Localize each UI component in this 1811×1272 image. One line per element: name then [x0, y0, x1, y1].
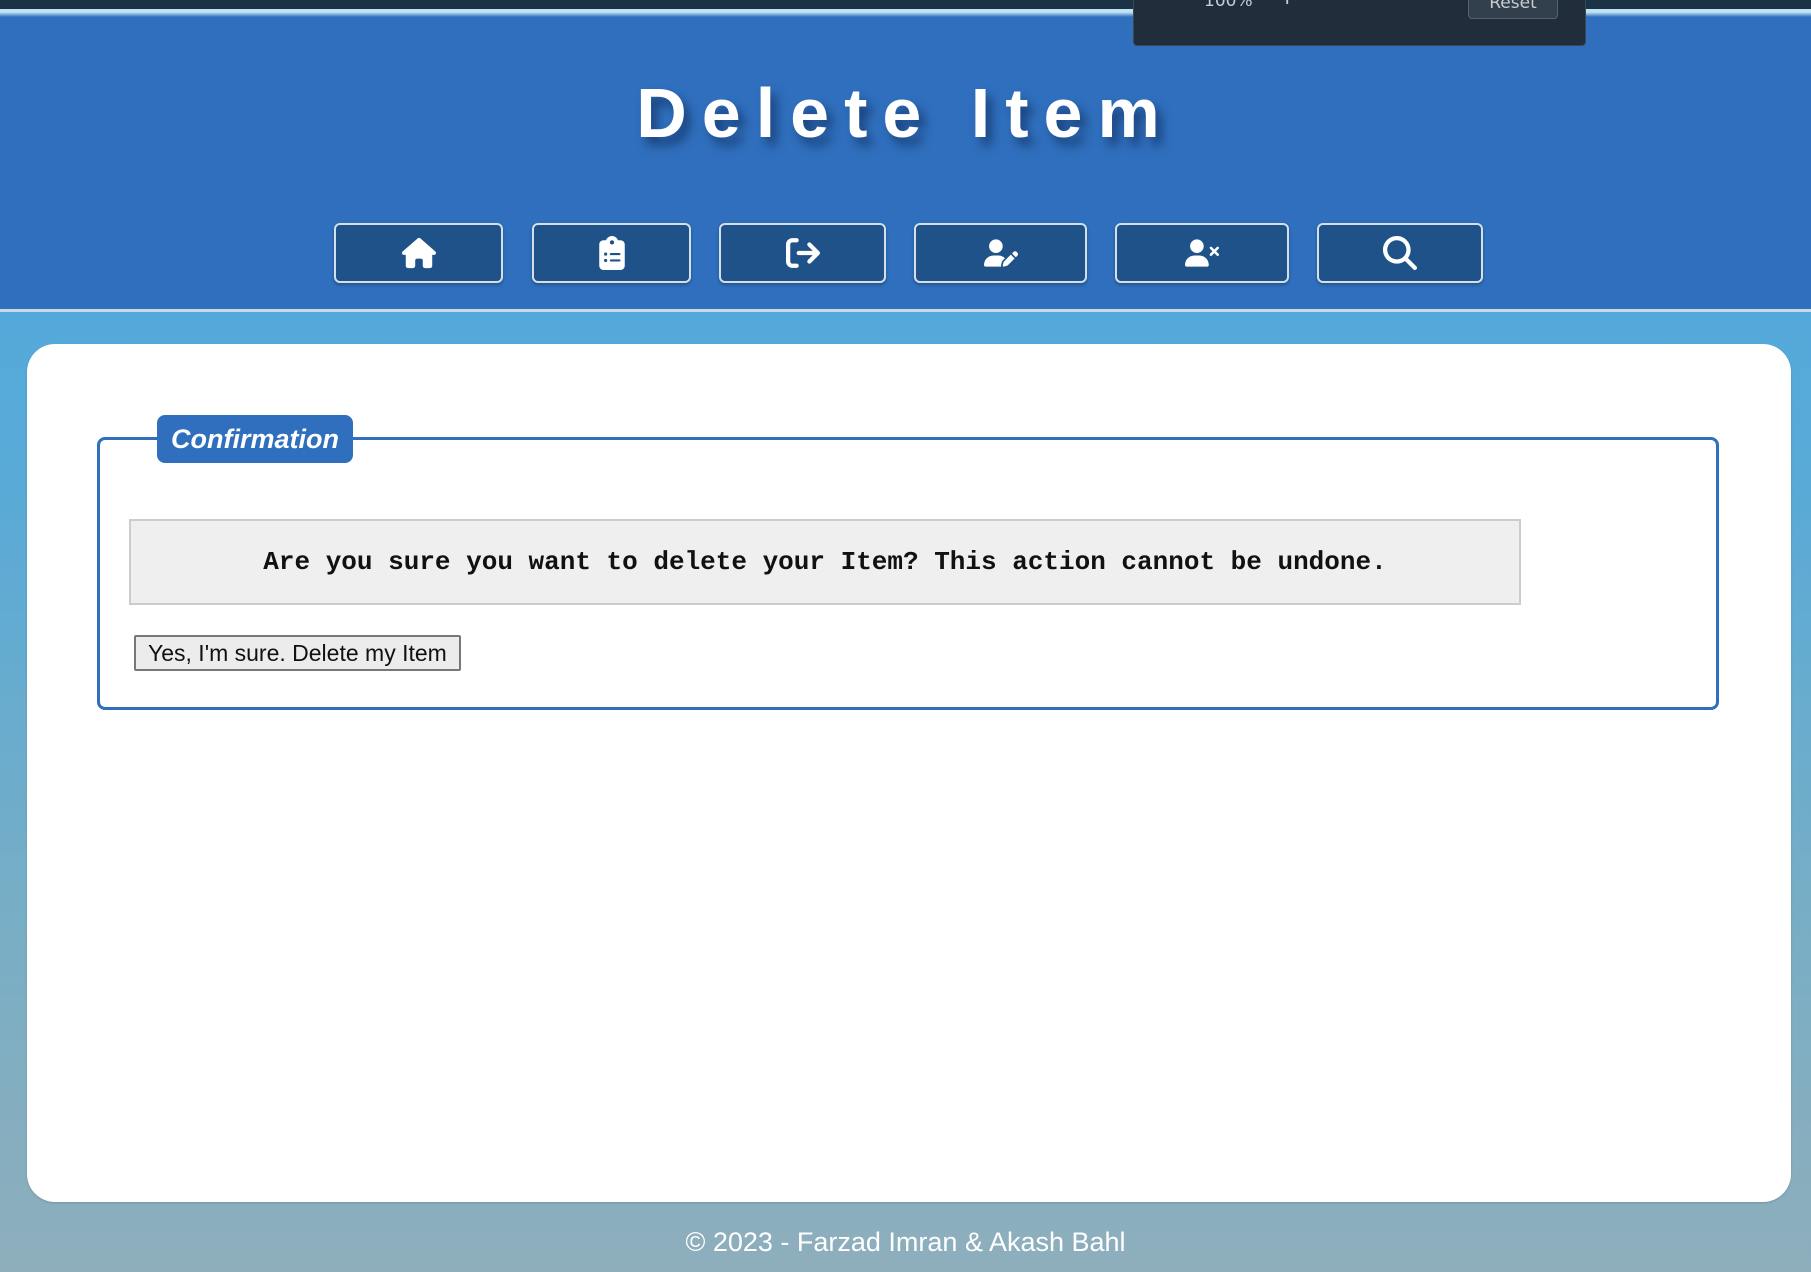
confirmation-legend: Confirmation	[157, 415, 353, 463]
browser-zoom-popup: − 100% + Reset	[1133, 0, 1586, 46]
site-header: Delete Item	[0, 17, 1811, 309]
nav-home-button[interactable]	[334, 223, 503, 283]
clipboard-list-icon	[598, 236, 625, 270]
zoom-out-button[interactable]: −	[1164, 0, 1182, 10]
zoom-in-button[interactable]: +	[1278, 0, 1296, 10]
nav-clipboard-button[interactable]	[532, 223, 691, 283]
sign-out-icon	[785, 238, 820, 268]
site-footer: © 2023 - Farzad Imran & Akash Bahl	[0, 1227, 1811, 1258]
home-icon	[401, 237, 436, 269]
content-card: Confirmation Are you sure you want to de…	[27, 344, 1791, 1202]
nav-remove-user-button[interactable]	[1115, 223, 1289, 283]
nav-search-button[interactable]	[1317, 223, 1483, 283]
search-icon	[1383, 236, 1417, 270]
zoom-reset-button[interactable]: Reset	[1468, 0, 1558, 19]
user-edit-icon	[983, 239, 1018, 267]
user-remove-icon	[1185, 239, 1219, 267]
nav-logout-button[interactable]	[719, 223, 886, 283]
nav-edit-user-button[interactable]	[914, 223, 1087, 283]
delete-warning-message: Are you sure you want to delete your Ite…	[129, 519, 1521, 605]
page-title: Delete Item	[636, 74, 1175, 152]
footer-copyright: © 2023 - Farzad Imran & Akash Bahl	[685, 1227, 1126, 1257]
zoom-level: 100%	[1204, 0, 1253, 11]
header-divider	[0, 309, 1811, 312]
delete-warning-text: Are you sure you want to delete your Ite…	[263, 547, 1387, 577]
confirm-delete-button[interactable]: Yes, I'm sure. Delete my Item	[134, 635, 461, 671]
